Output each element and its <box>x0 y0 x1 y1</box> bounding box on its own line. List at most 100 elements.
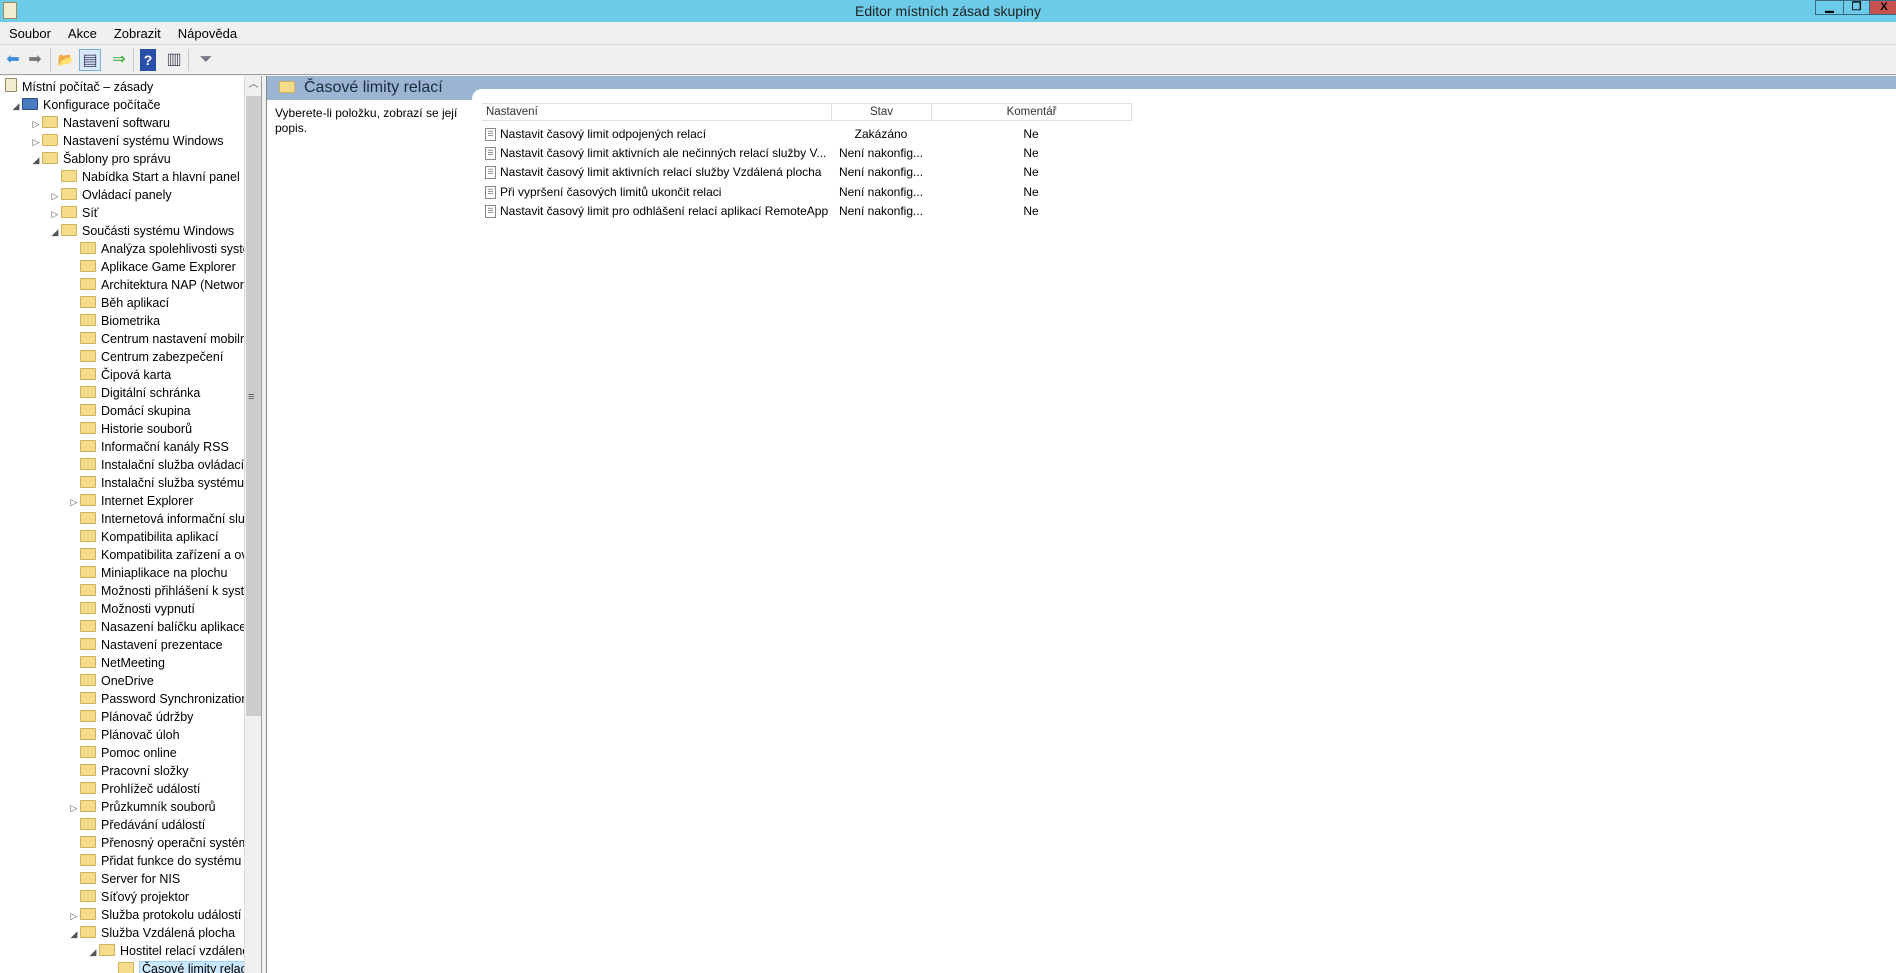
tree-item[interactable]: ▷ Nastavení softwaru <box>30 114 170 132</box>
tree-item[interactable]: Centrum zabezpečení <box>68 348 223 366</box>
tree-item-label: Konfigurace počítače <box>43 98 161 112</box>
table-row[interactable]: ☰ Nastavit časový limit pro odhlášení rel… <box>482 202 1182 221</box>
show-hide-tree-icon[interactable]: ▤ <box>79 49 101 71</box>
tree-item[interactable]: Instalační služba systému W <box>68 474 259 492</box>
tree-item[interactable]: Password Synchronization <box>68 690 248 708</box>
tree-item[interactable]: Časové limity relací <box>106 960 254 973</box>
tree-item[interactable]: ◢ Služba Vzdálená plocha <box>68 924 235 942</box>
tree-item[interactable]: Přenosný operační systém <box>68 834 249 852</box>
tree-item-label: Časové limity relací <box>139 961 254 973</box>
export-list-icon[interactable]: ⇒ <box>108 49 130 71</box>
tree-item[interactable]: Síťový projektor <box>68 888 189 906</box>
tree-item[interactable]: Miniaplikace na plochu <box>68 564 227 582</box>
tree-item[interactable]: Čipová karta <box>68 366 171 384</box>
tree-item[interactable]: Biometrika <box>68 312 160 330</box>
minimize-button[interactable]: ▁ <box>1815 0 1844 15</box>
policy-setting-icon: ☰ <box>485 185 496 199</box>
tree-item[interactable]: Nabídka Start a hlavní panel <box>49 168 240 186</box>
table-row[interactable]: ☰ Nastavit časový limit aktivních relací … <box>482 163 1182 182</box>
tree-item[interactable]: Historie souborů <box>68 420 192 438</box>
tree-item[interactable]: Běh aplikací <box>68 294 169 312</box>
tree-item[interactable]: Architektura NAP (Network <box>68 276 250 294</box>
tree-item[interactable]: ▷ Nastavení systému Windows <box>30 132 223 150</box>
menu-soubor[interactable]: Soubor <box>0 22 59 41</box>
tree-item[interactable]: Předávání událostí <box>68 816 205 834</box>
tree-item[interactable]: Centrum nastavení mobilních <box>68 330 262 348</box>
details-pane: Časové limity relací Vyberete-li položku… <box>266 76 1896 973</box>
tree-item[interactable]: Instalační služba ovládacích <box>68 456 257 474</box>
tree-item[interactable]: Nasazení balíčku aplikace <box>68 618 246 636</box>
setting-name: Při vypršení časových limitů ukončit rel… <box>500 184 722 199</box>
forward-icon[interactable]: ➡ <box>24 49 46 71</box>
column-header-setting[interactable]: Nastavení <box>482 103 832 121</box>
menu-zobrazit[interactable]: Zobrazit <box>105 22 169 41</box>
table-row[interactable]: ☰ Nastavit časový limit odpojených relací… <box>482 125 1182 144</box>
tree-item[interactable]: Kompatibilita aplikací <box>68 528 218 546</box>
tree-item[interactable]: Možnosti vypnutí <box>68 600 195 618</box>
expander-icon[interactable]: ◢ <box>87 943 99 961</box>
help-icon[interactable]: ? <box>140 49 156 71</box>
tree-item[interactable]: ▷ Internet Explorer <box>68 492 193 510</box>
tree-item-label: Informační kanály RSS <box>101 440 229 454</box>
tree-item[interactable]: ◢ Šablony pro správu <box>30 150 171 168</box>
tree-item-label: Centrum nastavení mobilních <box>101 332 262 346</box>
tree-item-label: Analýza spolehlivosti systému <box>101 242 262 256</box>
tree-scrollbar[interactable]: ︿ ≡ <box>244 76 261 973</box>
tree-item[interactable]: Domácí skupina <box>68 402 191 420</box>
tree-item[interactable]: Server for NIS <box>68 870 180 888</box>
expander-icon[interactable]: ◢ <box>68 925 80 943</box>
tree-item[interactable]: ◢ Součásti systému Windows <box>49 222 234 240</box>
expander-icon[interactable]: ▷ <box>68 799 80 817</box>
expander-icon[interactable]: ◢ <box>30 151 42 169</box>
tree-item[interactable]: Analýza spolehlivosti systému <box>68 240 262 258</box>
expander-icon[interactable]: ▷ <box>30 133 42 151</box>
tree-item[interactable]: Možnosti přihlášení k systém <box>68 582 261 600</box>
tree-item[interactable]: Plánovač úloh <box>68 726 180 744</box>
tree-item[interactable]: Aplikace Game Explorer <box>68 258 236 276</box>
tree-item[interactable]: Digitální schránka <box>68 384 200 402</box>
column-header-comment[interactable]: Komentář <box>932 103 1132 121</box>
setting-comment: Ne <box>1023 165 1039 180</box>
table-row[interactable]: ☰ Při vypršení časových limitů ukončit re… <box>482 183 1182 202</box>
show-action-pane-icon[interactable]: ▥ <box>163 49 185 71</box>
menu-napoveda[interactable]: Nápověda <box>169 22 245 41</box>
table-row[interactable]: ☰ Nastavit časový limit aktivních ale neč… <box>482 144 1182 163</box>
expander-icon[interactable]: ▷ <box>30 115 42 133</box>
back-icon[interactable]: ⬅ <box>2 49 24 71</box>
expander-icon[interactable]: ▷ <box>49 205 61 223</box>
tree-item[interactable]: ▷ Služba protokolu událostí <box>68 906 241 924</box>
scroll-up-button[interactable]: ︿ <box>245 76 261 93</box>
tree-item[interactable]: Nastavení prezentace <box>68 636 223 654</box>
expander-icon[interactable]: ◢ <box>49 223 61 241</box>
tree-item[interactable]: ▷ Průzkumník souborů <box>68 798 216 816</box>
tree-item[interactable]: ◢ Konfigurace počítače <box>10 96 160 114</box>
menu-akce[interactable]: Akce <box>59 22 105 41</box>
tree-item[interactable]: ▷ Ovládací panely <box>49 186 172 204</box>
tree-item[interactable]: ◢ Hostitel relací vzdálené <box>87 942 249 960</box>
tree-item[interactable]: Přidat funkce do systému W <box>68 852 257 870</box>
expander-icon[interactable]: ◢ <box>10 97 22 115</box>
folder-icon <box>80 440 96 452</box>
restore-button[interactable]: ❐ <box>1843 0 1870 15</box>
expander-icon[interactable]: ▷ <box>68 493 80 511</box>
tree-item-label: Hostitel relací vzdálené <box>120 944 250 958</box>
filter-icon[interactable]: ⏷ <box>195 49 217 71</box>
expander-icon[interactable]: ▷ <box>49 187 61 205</box>
tree-item[interactable]: NetMeeting <box>68 654 165 672</box>
tree-item[interactable]: Prohlížeč událostí <box>68 780 200 798</box>
tree-item[interactable]: OneDrive <box>68 672 154 690</box>
up-folder-icon[interactable]: 📂 <box>55 49 77 71</box>
tree-item[interactable]: Pomoc online <box>68 744 177 762</box>
tree-item[interactable]: Plánovač údržby <box>68 708 193 726</box>
tree-item[interactable]: ▷ Síť <box>49 204 99 222</box>
tree-item[interactable]: Informační kanály RSS <box>68 438 229 456</box>
tree-item[interactable]: Internetová informační služ <box>68 510 251 528</box>
expander-icon[interactable]: ▷ <box>68 907 80 925</box>
folder-icon <box>80 620 96 632</box>
close-button[interactable]: X <box>1869 0 1896 15</box>
column-header-state[interactable]: Stav <box>832 103 932 121</box>
scroll-thumb[interactable] <box>246 96 261 716</box>
tree-item[interactable]: Pracovní složky <box>68 762 189 780</box>
tree-item[interactable]: Kompatibilita zařízení a ovla <box>68 546 257 564</box>
tree-root[interactable]: Místní počítač – zásady <box>5 78 153 96</box>
